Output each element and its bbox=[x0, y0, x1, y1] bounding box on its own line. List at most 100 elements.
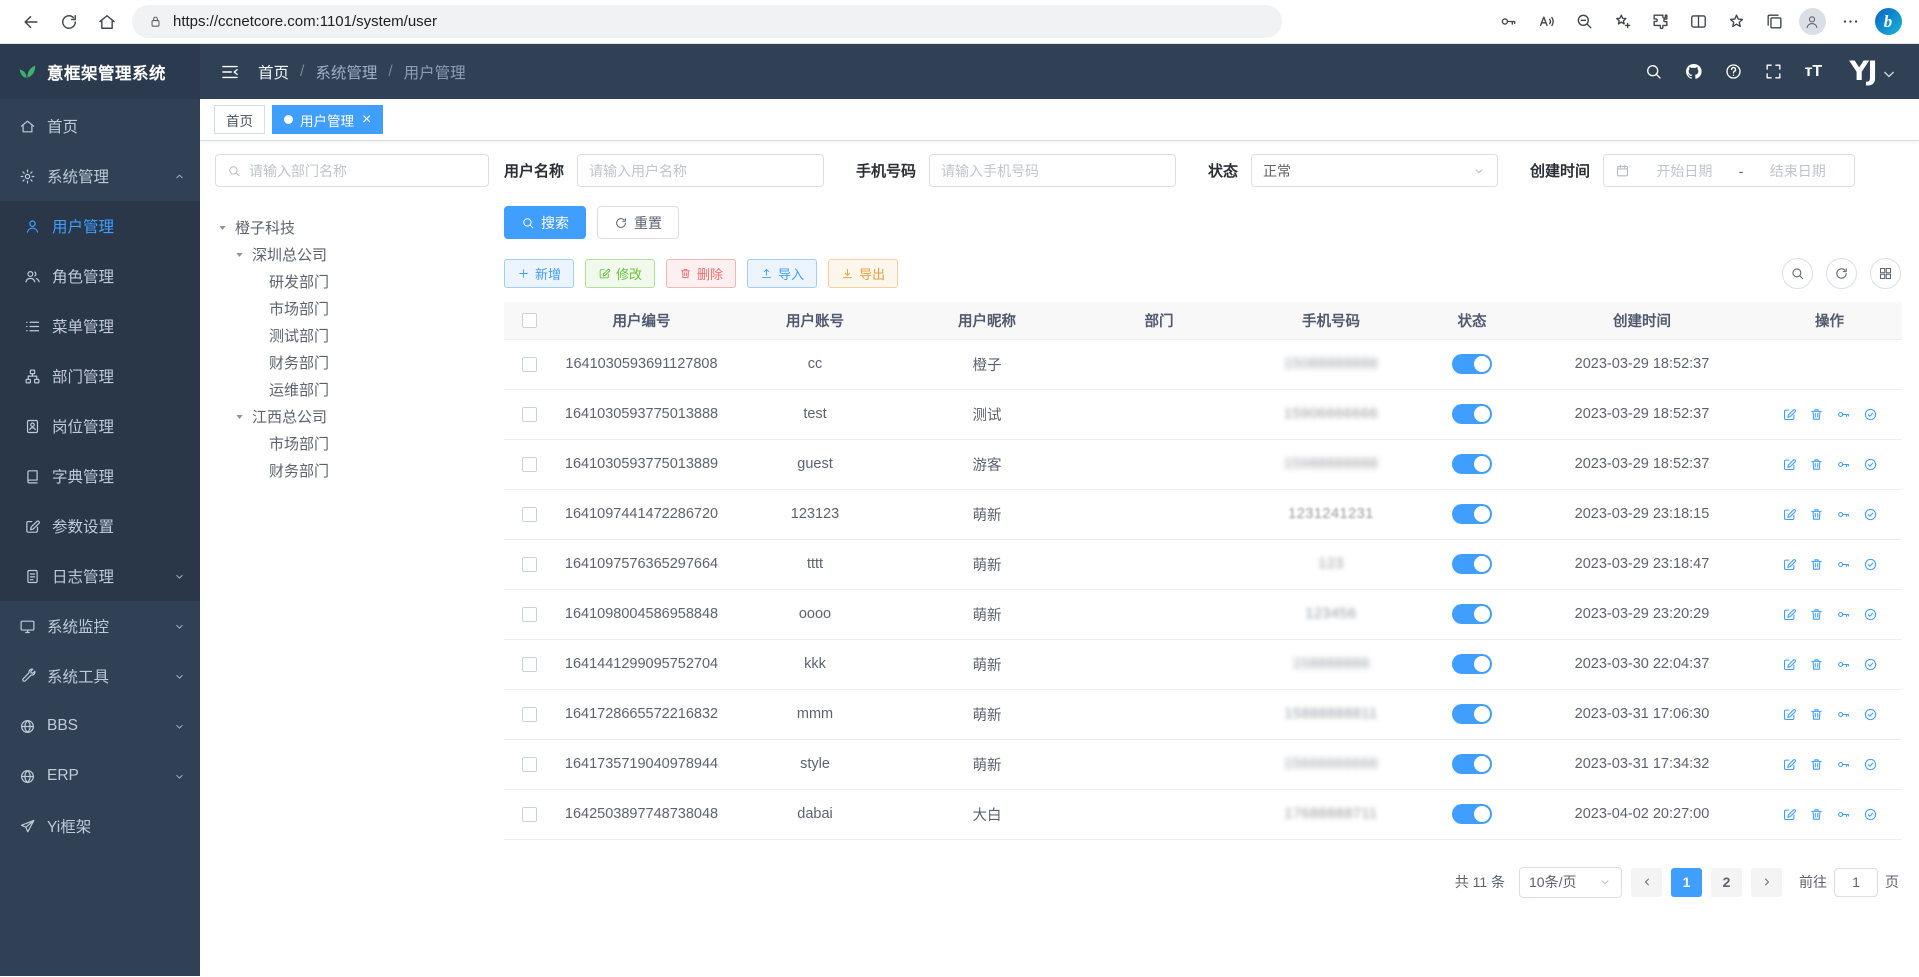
reset-password-button[interactable] bbox=[1836, 807, 1851, 822]
browser-refresh-button[interactable] bbox=[50, 4, 88, 40]
help-button[interactable] bbox=[1717, 56, 1749, 88]
page-button-1[interactable]: 1 bbox=[1671, 868, 1702, 897]
add-to-favorites-button[interactable] bbox=[1603, 4, 1641, 40]
delete-user-button[interactable] bbox=[1809, 457, 1824, 472]
sidebar-item-role-mgmt[interactable]: 角色管理 bbox=[0, 251, 200, 301]
goto-page-input[interactable] bbox=[1834, 868, 1878, 897]
delete-user-button[interactable] bbox=[1809, 707, 1824, 722]
edit-user-button[interactable]: 修改 bbox=[585, 259, 655, 288]
zoom-button[interactable] bbox=[1565, 4, 1603, 40]
tab-item[interactable]: 首页 bbox=[214, 105, 265, 134]
page-size-select[interactable]: 10条/页 bbox=[1519, 867, 1622, 898]
assign-role-button[interactable] bbox=[1863, 707, 1878, 722]
delete-user-button[interactable] bbox=[1809, 557, 1824, 572]
assign-role-button[interactable] bbox=[1863, 607, 1878, 622]
next-page-button[interactable] bbox=[1751, 868, 1782, 897]
status-toggle[interactable] bbox=[1452, 354, 1492, 374]
sidebar-item-bbs[interactable]: BBS bbox=[0, 701, 200, 751]
row-checkbox[interactable] bbox=[522, 757, 537, 772]
edit-user-button[interactable] bbox=[1782, 657, 1797, 672]
status-toggle[interactable] bbox=[1452, 754, 1492, 774]
row-checkbox[interactable] bbox=[522, 807, 537, 822]
assign-role-button[interactable] bbox=[1863, 757, 1878, 772]
assign-role-button[interactable] bbox=[1863, 557, 1878, 572]
search-button[interactable] bbox=[1637, 56, 1669, 88]
font-size-button[interactable]: тT bbox=[1797, 56, 1829, 88]
delete-user-button[interactable] bbox=[1809, 657, 1824, 672]
assign-role-button[interactable] bbox=[1863, 807, 1878, 822]
browser-back-button[interactable] bbox=[12, 4, 50, 40]
edit-user-button[interactable] bbox=[1782, 707, 1797, 722]
edit-user-button[interactable] bbox=[1782, 457, 1797, 472]
row-checkbox[interactable] bbox=[522, 557, 537, 572]
tree-node[interactable]: 研发部门 bbox=[215, 268, 489, 295]
password-manager-button[interactable] bbox=[1489, 4, 1527, 40]
tree-node[interactable]: 橙子科技 bbox=[215, 214, 489, 241]
split-screen-button[interactable] bbox=[1679, 4, 1717, 40]
assign-role-button[interactable] bbox=[1863, 657, 1878, 672]
phone-input[interactable] bbox=[941, 163, 1164, 179]
delete-user-button[interactable]: 删除 bbox=[666, 259, 736, 288]
tree-node[interactable]: 测试部门 bbox=[215, 322, 489, 349]
sidebar-toggle-button[interactable] bbox=[212, 54, 248, 90]
row-checkbox[interactable] bbox=[522, 607, 537, 622]
reset-password-button[interactable] bbox=[1836, 457, 1851, 472]
collections-button[interactable] bbox=[1755, 4, 1793, 40]
refresh-table-button[interactable] bbox=[1826, 258, 1857, 289]
reset-password-button[interactable] bbox=[1836, 407, 1851, 422]
sidebar-item-param-settings[interactable]: 参数设置 bbox=[0, 501, 200, 551]
sidebar-item-menu-mgmt[interactable]: 菜单管理 bbox=[0, 301, 200, 351]
export-button[interactable]: 导出 bbox=[828, 259, 898, 288]
edit-user-button[interactable] bbox=[1782, 507, 1797, 522]
add-user-button[interactable]: 新增 bbox=[504, 259, 574, 288]
extensions-button[interactable] bbox=[1641, 4, 1679, 40]
column-settings-button[interactable] bbox=[1870, 258, 1901, 289]
status-toggle[interactable] bbox=[1452, 704, 1492, 724]
edit-user-button[interactable] bbox=[1782, 557, 1797, 572]
edit-user-button[interactable] bbox=[1782, 807, 1797, 822]
breadcrumb-item[interactable]: 首页 bbox=[258, 61, 289, 83]
status-toggle[interactable] bbox=[1452, 504, 1492, 524]
copilot-button[interactable]: b bbox=[1869, 4, 1907, 40]
search-button[interactable]: 搜索 bbox=[504, 206, 586, 239]
toggle-search-button[interactable] bbox=[1782, 258, 1813, 289]
select-all-checkbox[interactable] bbox=[522, 313, 537, 328]
tree-node[interactable]: 财务部门 bbox=[215, 349, 489, 376]
status-toggle[interactable] bbox=[1452, 654, 1492, 674]
tree-node[interactable]: 深圳总公司 bbox=[215, 241, 489, 268]
date-range-picker[interactable]: 开始日期 - 结束日期 bbox=[1603, 154, 1855, 187]
row-checkbox[interactable] bbox=[522, 357, 537, 372]
favorites-bar-button[interactable] bbox=[1717, 4, 1755, 40]
sidebar-item-post-mgmt[interactable]: 岗位管理 bbox=[0, 401, 200, 451]
sidebar-item-erp[interactable]: ERP bbox=[0, 751, 200, 801]
status-select[interactable]: 正常 bbox=[1251, 154, 1498, 187]
sidebar-item-log-mgmt[interactable]: 日志管理 bbox=[0, 551, 200, 601]
delete-user-button[interactable] bbox=[1809, 757, 1824, 772]
profile-button[interactable] bbox=[1793, 4, 1831, 40]
row-checkbox[interactable] bbox=[522, 507, 537, 522]
sidebar-item-home[interactable]: 首页 bbox=[0, 101, 200, 151]
username-input[interactable] bbox=[589, 163, 812, 179]
app-logo[interactable]: 意框架管理系统 bbox=[0, 44, 200, 99]
row-checkbox[interactable] bbox=[522, 707, 537, 722]
prev-page-button[interactable] bbox=[1631, 868, 1662, 897]
browser-home-button[interactable] bbox=[88, 4, 126, 40]
tab-item[interactable]: 用户管理× bbox=[272, 105, 383, 134]
row-checkbox[interactable] bbox=[522, 407, 537, 422]
assign-role-button[interactable] bbox=[1863, 457, 1878, 472]
tree-node[interactable]: 财务部门 bbox=[215, 457, 489, 484]
delete-user-button[interactable] bbox=[1809, 807, 1824, 822]
browser-address-bar[interactable]: https://ccnetcore.com:1101/system/user bbox=[132, 5, 1282, 38]
read-aloud-button[interactable] bbox=[1527, 4, 1565, 40]
tree-node[interactable]: 市场部门 bbox=[215, 295, 489, 322]
assign-role-button[interactable] bbox=[1863, 407, 1878, 422]
reset-password-button[interactable] bbox=[1836, 657, 1851, 672]
delete-user-button[interactable] bbox=[1809, 507, 1824, 522]
tree-node[interactable]: 运维部门 bbox=[215, 376, 489, 403]
sidebar-item-dept-mgmt[interactable]: 部门管理 bbox=[0, 351, 200, 401]
reset-password-button[interactable] bbox=[1836, 757, 1851, 772]
status-toggle[interactable] bbox=[1452, 604, 1492, 624]
reset-password-button[interactable] bbox=[1836, 507, 1851, 522]
reset-password-button[interactable] bbox=[1836, 607, 1851, 622]
reset-password-button[interactable] bbox=[1836, 557, 1851, 572]
